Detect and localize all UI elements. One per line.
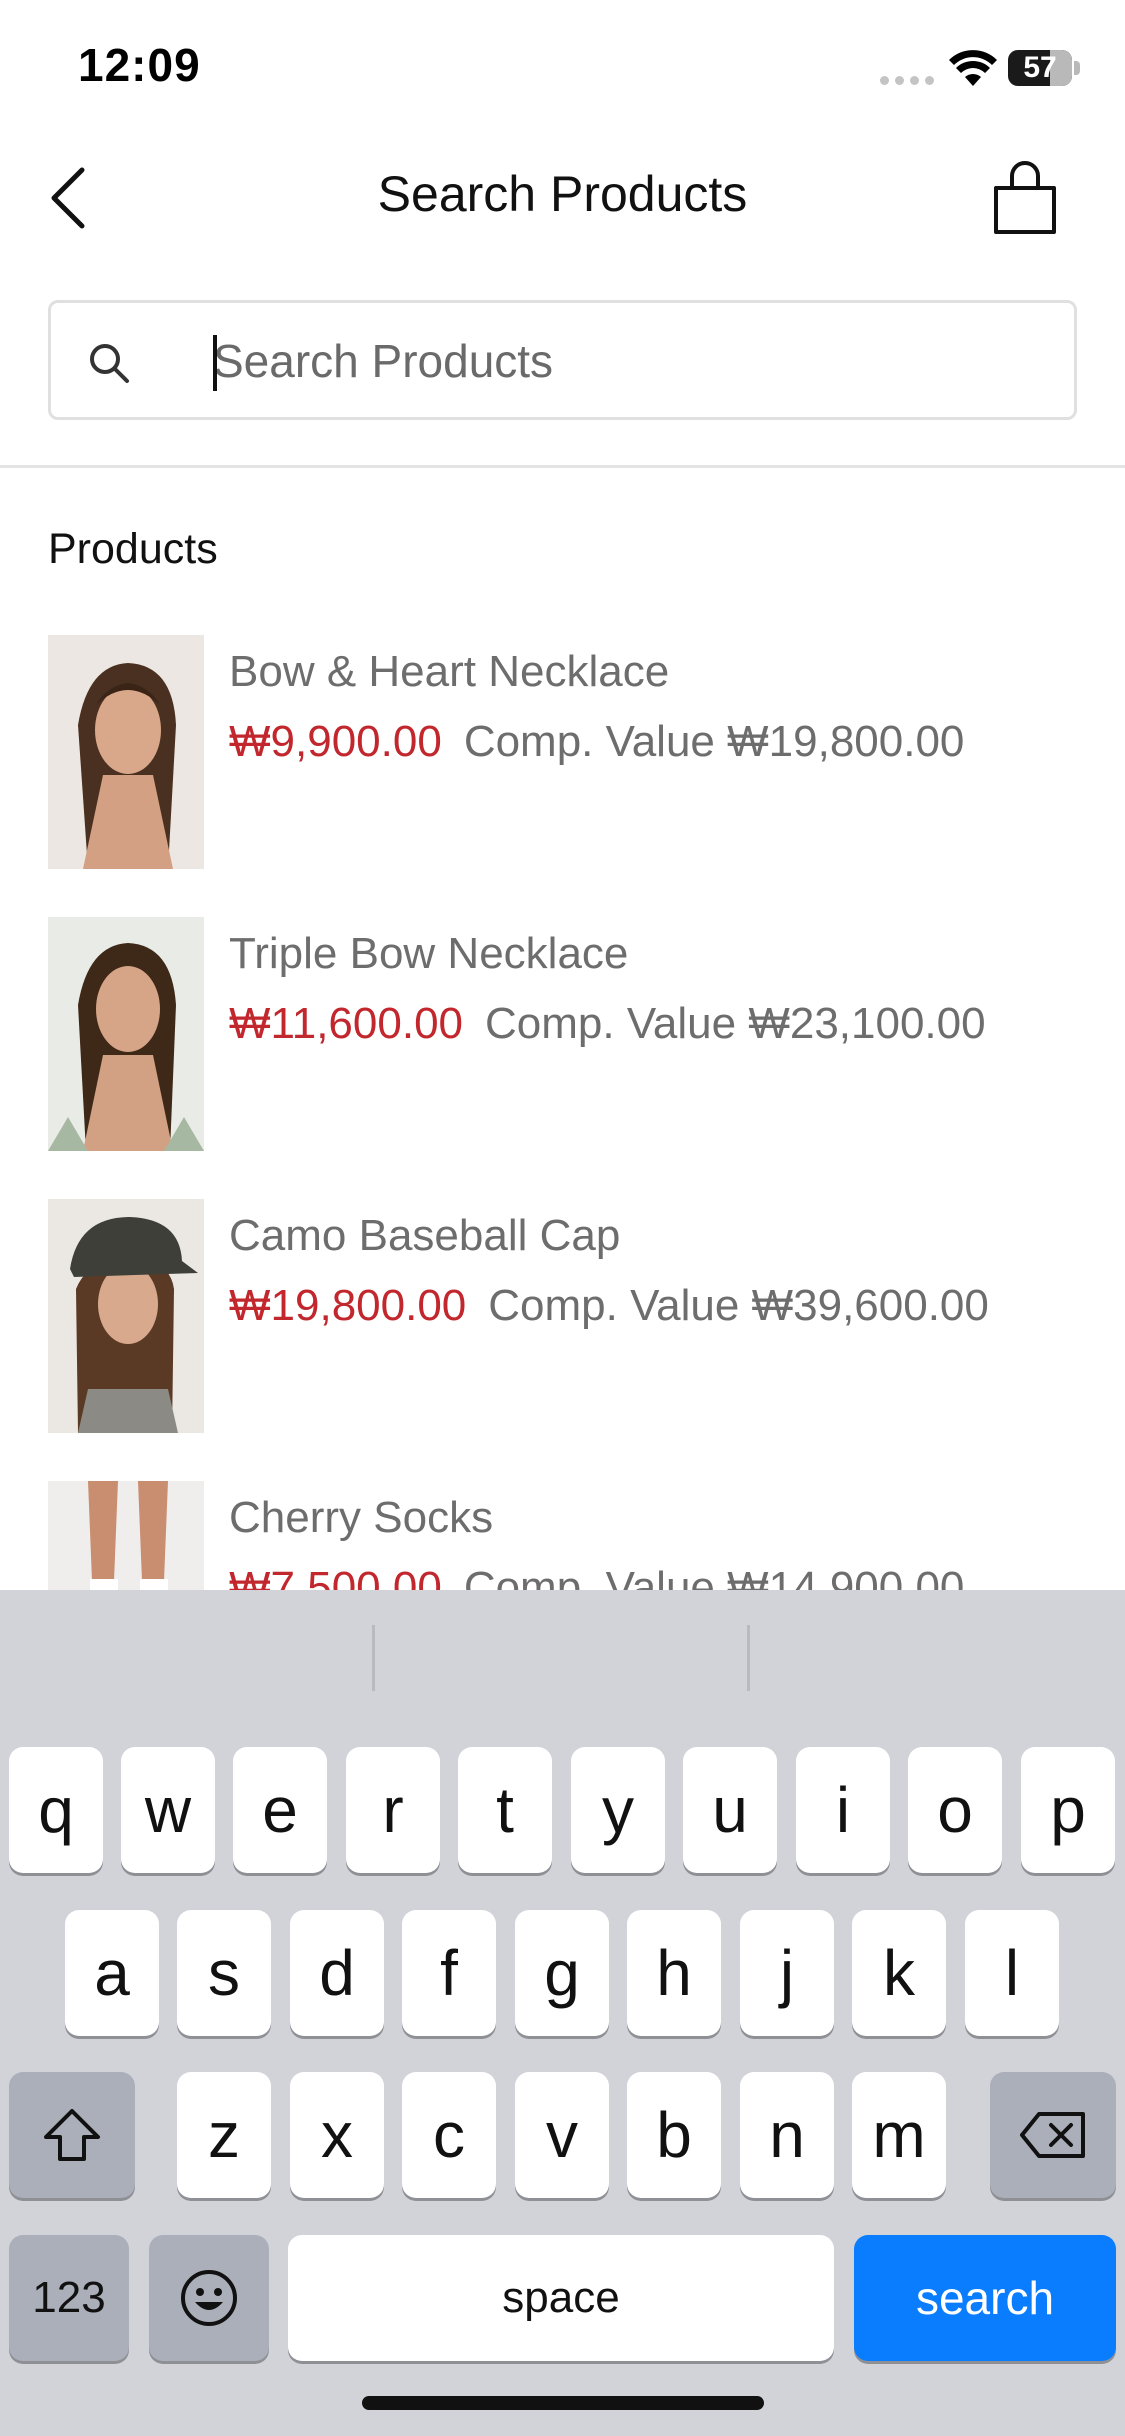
battery-cap <box>1074 61 1080 75</box>
status-time: 12:09 <box>78 39 201 91</box>
product-name: Camo Baseball Cap <box>229 1211 621 1260</box>
wifi-icon <box>949 50 997 86</box>
product-item[interactable]: Cherry Socks ₩7,500.00 Comp. Value ₩14,90… <box>0 1481 1125 1590</box>
key-k[interactable]: k <box>852 1910 946 2036</box>
key-l[interactable]: l <box>965 1910 1059 2036</box>
key-n[interactable]: n <box>740 2072 834 2198</box>
key-q[interactable]: q <box>9 1747 103 1873</box>
product-item[interactable]: Triple Bow Necklace ₩11,600.00 Comp. Valu… <box>0 917 1125 1152</box>
price-line: ₩11,600.00 Comp. Value ₩23,100.00 <box>229 999 986 1049</box>
key-e[interactable]: e <box>233 1747 327 1873</box>
home-indicator <box>362 2396 764 2410</box>
product-name: Bow & Heart Necklace <box>229 647 670 696</box>
key-w[interactable]: w <box>121 1747 215 1873</box>
key-z[interactable]: z <box>177 2072 271 2198</box>
product-image <box>48 1199 204 1433</box>
delete-key[interactable] <box>990 2072 1116 2198</box>
compare-value: Comp. Value ₩19,800.00 <box>463 717 965 766</box>
divider <box>0 465 1125 468</box>
key-i[interactable]: i <box>796 1747 890 1873</box>
search-input[interactable] <box>213 323 1033 399</box>
compare-value: Comp. Value ₩23,100.00 <box>485 999 986 1048</box>
shift-key[interactable] <box>9 2072 135 2198</box>
text-cursor <box>213 335 217 391</box>
key-h[interactable]: h <box>627 1910 721 2036</box>
page-title: Search Products <box>377 166 748 222</box>
key-x[interactable]: x <box>290 2072 384 2198</box>
product-price: ₩9,900.00 <box>229 717 442 766</box>
product-item[interactable]: Camo Baseball Cap ₩19,800.00 Comp. Value … <box>0 1199 1125 1434</box>
battery-level: 57 <box>1023 51 1057 84</box>
product-image <box>48 1481 204 1590</box>
product-image <box>48 635 204 869</box>
battery-icon: 57 <box>1008 50 1072 86</box>
key-y[interactable]: y <box>571 1747 665 1873</box>
key-c[interactable]: c <box>402 2072 496 2198</box>
product-item[interactable]: Bow & Heart Necklace ₩9,900.00 Comp. Valu… <box>0 635 1125 870</box>
search-bar[interactable] <box>48 300 1077 420</box>
numbers-key[interactable]: 123 <box>9 2235 129 2361</box>
key-g[interactable]: g <box>515 1910 609 2036</box>
key-v[interactable]: v <box>515 2072 609 2198</box>
section-title: Products <box>48 525 218 573</box>
compare-value: Comp. Value ₩14,900.00 <box>463 1563 965 1590</box>
product-price: ₩11,600.00 <box>229 999 464 1048</box>
key-o[interactable]: o <box>908 1747 1002 1873</box>
shopping-bag-icon[interactable] <box>990 158 1060 238</box>
price-line: ₩19,800.00 Comp. Value ₩39,600.00 <box>229 1281 989 1331</box>
key-j[interactable]: j <box>740 1910 834 2036</box>
key-f[interactable]: f <box>402 1910 496 2036</box>
search-key[interactable]: search <box>854 2235 1116 2361</box>
status-bar: 12:09 57 <box>0 0 1125 140</box>
product-image <box>48 917 204 1151</box>
price-line: ₩9,900.00 Comp. Value ₩19,800.00 <box>229 717 964 767</box>
cellular-signal-icon <box>880 76 934 85</box>
product-name: Triple Bow Necklace <box>229 929 629 978</box>
key-m[interactable]: m <box>852 2072 946 2198</box>
key-t[interactable]: t <box>458 1747 552 1873</box>
key-b[interactable]: b <box>627 2072 721 2198</box>
product-list: Bow & Heart Necklace ₩9,900.00 Comp. Valu… <box>0 635 1125 1590</box>
emoji-icon <box>181 2270 237 2326</box>
price-line: ₩7,500.00 Comp. Value ₩14,900.00 <box>229 1563 964 1590</box>
key-a[interactable]: a <box>65 1910 159 2036</box>
product-price: ₩7,500.00 <box>229 1563 442 1590</box>
key-d[interactable]: d <box>290 1910 384 2036</box>
key-r[interactable]: r <box>346 1747 440 1873</box>
keyboard: q w e r t y u i o p a s d f g h j k l z … <box>0 1590 1125 2436</box>
product-name: Cherry Socks <box>229 1493 494 1542</box>
key-u[interactable]: u <box>683 1747 777 1873</box>
search-icon <box>90 344 129 383</box>
backspace-icon <box>1020 2112 1085 2158</box>
key-p[interactable]: p <box>1021 1747 1115 1873</box>
product-price: ₩19,800.00 <box>229 1281 467 1330</box>
suggestion-divider <box>747 1625 750 1691</box>
shift-icon <box>44 2109 100 2161</box>
suggestion-divider <box>372 1625 375 1691</box>
key-s[interactable]: s <box>177 1910 271 2036</box>
emoji-key[interactable] <box>149 2235 269 2361</box>
compare-value: Comp. Value ₩39,600.00 <box>488 1281 989 1330</box>
space-key[interactable]: space <box>288 2235 834 2361</box>
